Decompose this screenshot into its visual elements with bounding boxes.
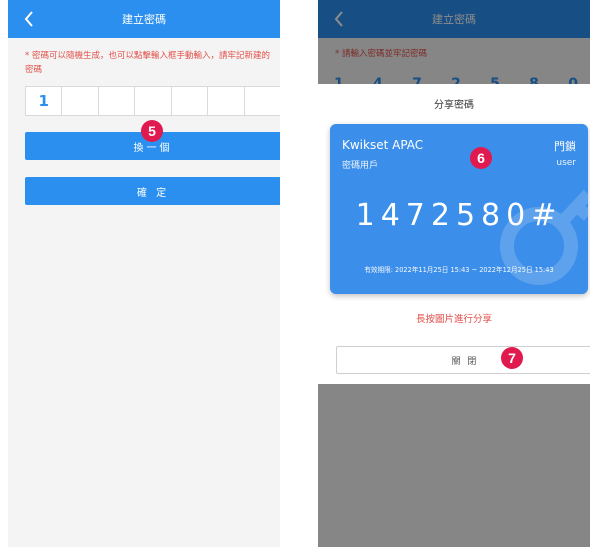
share-password-screen: 建立密碼 * 請輸入密碼並牢記密碼 1 4 7 2 5 8 0 分享密碼 Kwi…	[318, 0, 590, 547]
share-dialog: 分享密碼 Kwikset APAC 門鎖 密碼用戶 user 1472580# …	[318, 84, 590, 384]
confirm-button[interactable]: 確 定	[25, 177, 280, 205]
share-hint: 長按圖片進行分享	[415, 314, 492, 325]
digit-cell[interactable]	[208, 87, 245, 115]
close-button[interactable]: 關 閉	[336, 346, 590, 374]
lock-label: 門鎖	[554, 140, 576, 153]
digit-cell[interactable]	[99, 87, 136, 115]
brand-name: Kwikset APAC	[342, 138, 424, 152]
page-title: 建立密碼	[122, 13, 166, 26]
password-input[interactable]: 1	[25, 86, 280, 116]
user-role: 密碼用戶	[342, 161, 379, 171]
user-name: user	[556, 158, 576, 168]
step-badge-6: 6	[470, 147, 492, 169]
validity-period: 有效期限: 2022年11月25日 15:43 ~ 2022年12月25日 15…	[364, 266, 554, 274]
step-badge-5: 5	[141, 120, 163, 142]
password-card[interactable]: Kwikset APAC 門鎖 密碼用戶 user 1472580# 有效期限:…	[330, 124, 588, 294]
dialog-title: 分享密碼	[434, 100, 474, 111]
digit-cell[interactable]	[172, 87, 209, 115]
password-hint: * 密碼可以隨機生成，也可以點擊輸入框手動輸入，請牢記新建的密碼	[25, 51, 270, 75]
digit-cell[interactable]: 1	[26, 87, 63, 115]
nav-bar: 建立密碼	[8, 0, 280, 38]
create-password-screen: 建立密碼 * 密碼可以隨機生成，也可以點擊輸入框手動輸入，請牢記新建的密碼 1 …	[8, 0, 280, 547]
digit-cell[interactable]	[245, 87, 280, 115]
digit-cell[interactable]	[62, 87, 99, 115]
digit-cell[interactable]	[135, 87, 172, 115]
password-code: 1472580#	[355, 198, 563, 233]
step-badge-7: 7	[501, 347, 523, 369]
